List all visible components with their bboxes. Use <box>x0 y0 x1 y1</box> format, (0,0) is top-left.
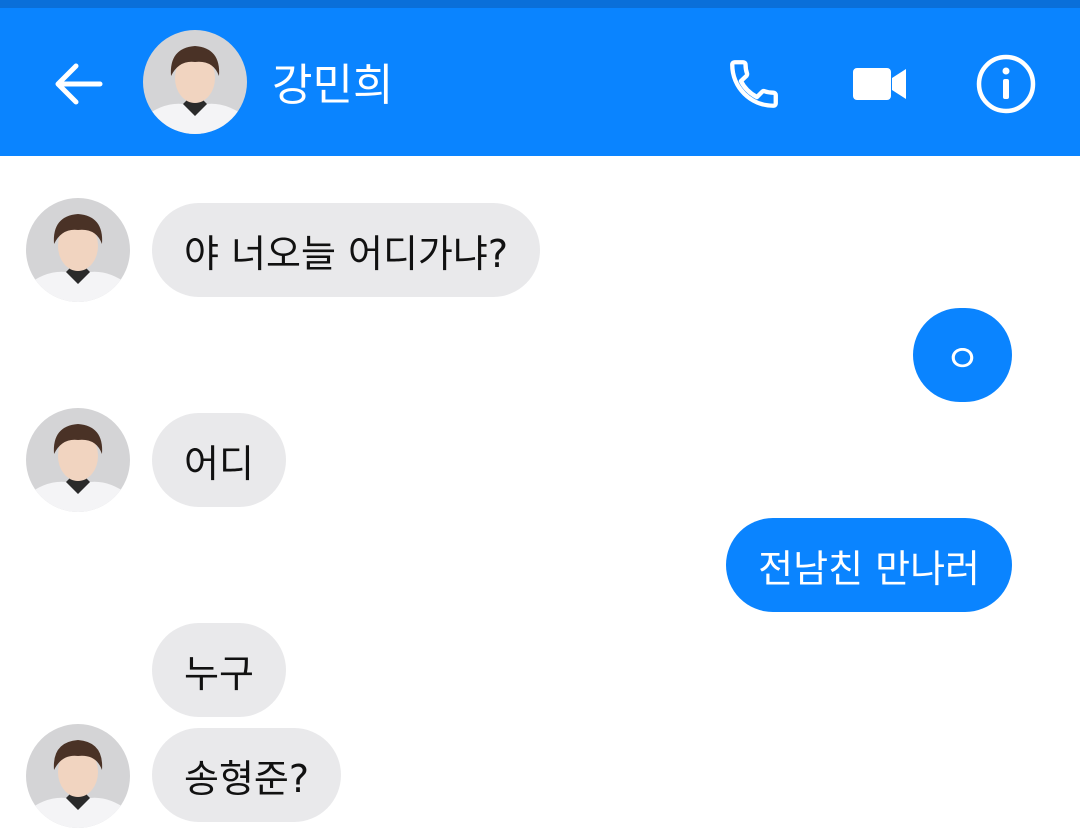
chat-header: 강민희 <box>0 8 1080 156</box>
message-bubble-outgoing[interactable]: 전남친 만나러 <box>726 518 1012 612</box>
message-text: 송형준? <box>184 756 310 801</box>
video-camera-icon <box>853 68 906 100</box>
message-text: 야 너오늘 어디가냐? <box>184 231 509 276</box>
avatar-image <box>26 198 130 302</box>
message-text: 어디 <box>184 441 254 486</box>
message-bubble-incoming[interactable]: 송형준? <box>152 728 342 822</box>
back-arrow-icon <box>55 63 103 105</box>
sender-avatar[interactable] <box>26 198 130 302</box>
phone-icon <box>730 60 778 108</box>
message-text: ㅇ <box>945 336 980 381</box>
video-call-button[interactable] <box>848 52 912 116</box>
message-bubble-outgoing[interactable]: ㅇ <box>913 308 1012 402</box>
message-text: 전남친 만나러 <box>758 546 980 591</box>
avatar-image <box>26 724 130 828</box>
back-button[interactable] <box>46 56 110 112</box>
avatar-image <box>143 30 247 134</box>
call-button[interactable] <box>722 52 786 116</box>
status-bar-strip <box>0 0 1080 8</box>
message-bubble-incoming[interactable]: 야 너오늘 어디가냐? <box>152 203 541 297</box>
contact-name[interactable]: 강민희 <box>272 58 393 114</box>
message-bubble-incoming[interactable]: 누구 <box>152 623 286 717</box>
message-bubble-incoming[interactable]: 어디 <box>152 413 286 507</box>
sender-avatar[interactable] <box>26 724 130 828</box>
info-button[interactable] <box>974 52 1038 116</box>
message-list[interactable]: 야 너오늘 어디가냐? ㅇ 어디 전남친 만나러 누구 송형준? <box>0 156 1080 828</box>
sender-avatar[interactable] <box>26 408 130 512</box>
avatar-image <box>26 408 130 512</box>
contact-avatar[interactable] <box>143 30 247 134</box>
info-icon <box>976 54 1036 114</box>
message-text: 누구 <box>184 651 254 696</box>
